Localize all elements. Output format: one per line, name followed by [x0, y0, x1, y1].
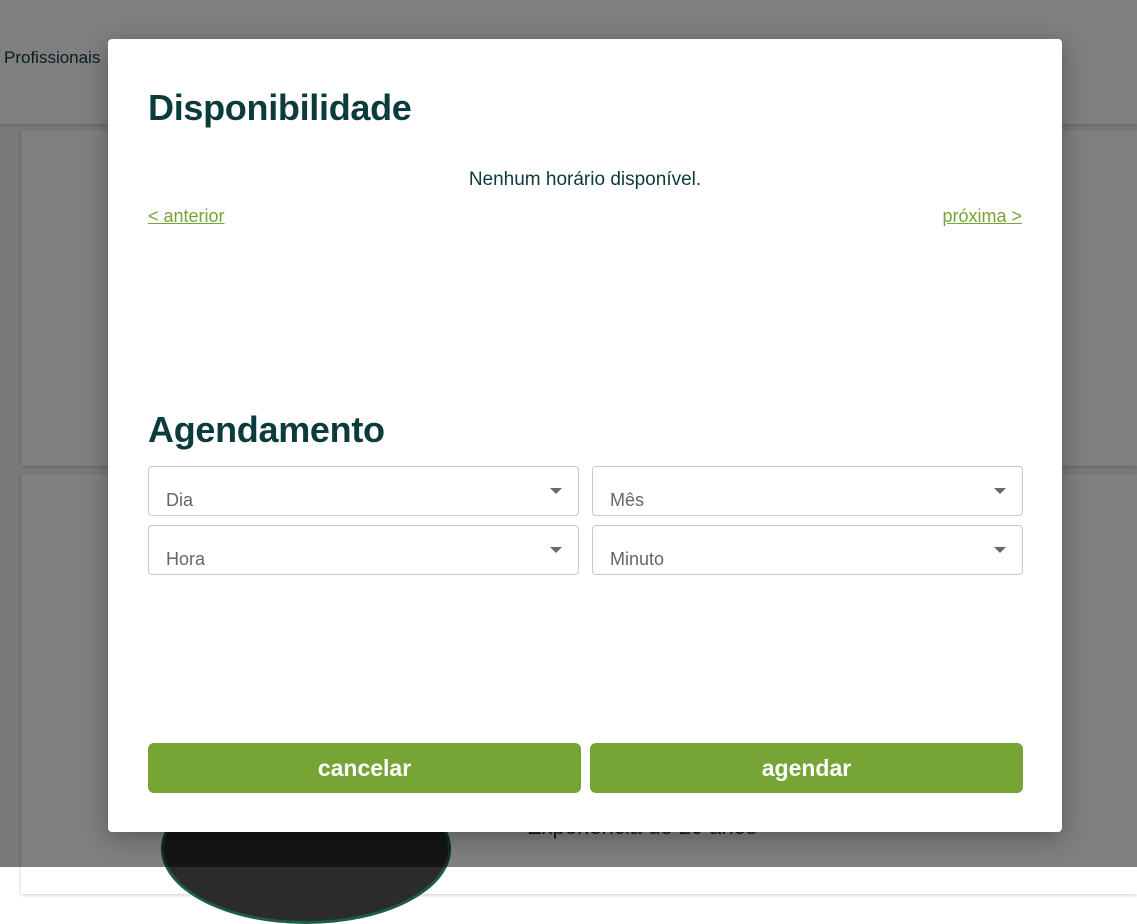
- no-slots-message: Nenhum horário disponível.: [468, 169, 702, 190]
- month-select[interactable]: Mês: [592, 466, 1023, 516]
- next-week-link[interactable]: próxima >: [942, 206, 1022, 227]
- month-select-label: Mês: [610, 490, 645, 510]
- availability-title: Disponibilidade: [148, 87, 412, 128]
- caret-down-icon: [994, 488, 1006, 494]
- cancel-button[interactable]: cancelar: [148, 743, 581, 793]
- availability-modal: Disponibilidade Nenhum horário disponíve…: [108, 39, 1062, 832]
- caret-down-icon: [550, 488, 562, 494]
- minute-select-label: Minuto: [610, 549, 665, 569]
- previous-week-link[interactable]: < anterior: [148, 206, 225, 227]
- minute-select[interactable]: Minuto: [592, 525, 1023, 575]
- caret-down-icon: [994, 547, 1006, 553]
- caret-down-icon: [550, 547, 562, 553]
- scheduling-title: Agendamento: [148, 409, 385, 450]
- hour-select[interactable]: Hora: [148, 525, 579, 575]
- day-select[interactable]: Dia: [148, 466, 579, 516]
- day-select-label: Dia: [166, 490, 194, 510]
- schedule-button[interactable]: agendar: [590, 743, 1023, 793]
- hour-select-label: Hora: [166, 549, 206, 569]
